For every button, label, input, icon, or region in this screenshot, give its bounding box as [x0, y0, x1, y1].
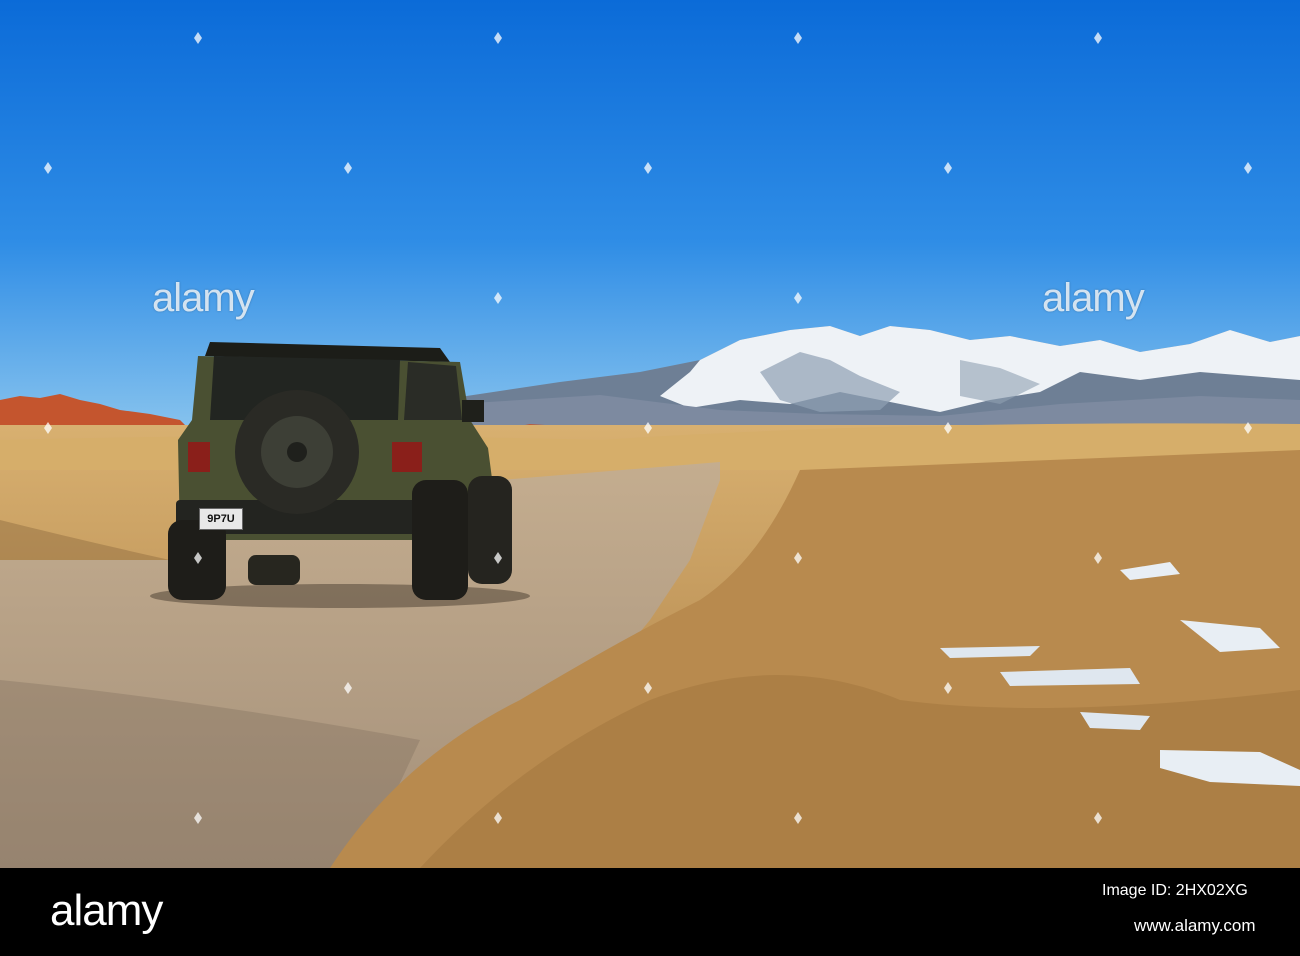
photo: 9P7U alamy alamy: [0, 0, 1300, 868]
license-plate: 9P7U: [199, 508, 243, 530]
wheel-rear-right: [412, 480, 468, 600]
footer-bar: alamy Image ID: 2HX02XG www.alamy.com: [0, 868, 1300, 956]
jeep-side-windows: [404, 362, 462, 420]
image-id: Image ID: 2HX02XG: [1102, 882, 1248, 899]
side-mirror: [462, 400, 484, 422]
watermark-text: alamy: [152, 276, 255, 320]
footer-url[interactable]: www.alamy.com: [1134, 916, 1256, 936]
watermark-text: alamy: [1042, 276, 1145, 320]
tail-light-left: [188, 442, 210, 472]
wheel-front-right: [468, 476, 512, 584]
landscape-scene: [0, 0, 1300, 868]
footer-logo[interactable]: alamy: [50, 886, 163, 936]
spare-hub: [287, 442, 307, 462]
wheel-rear-left-inner: [248, 555, 300, 585]
tail-light-right: [392, 442, 422, 472]
